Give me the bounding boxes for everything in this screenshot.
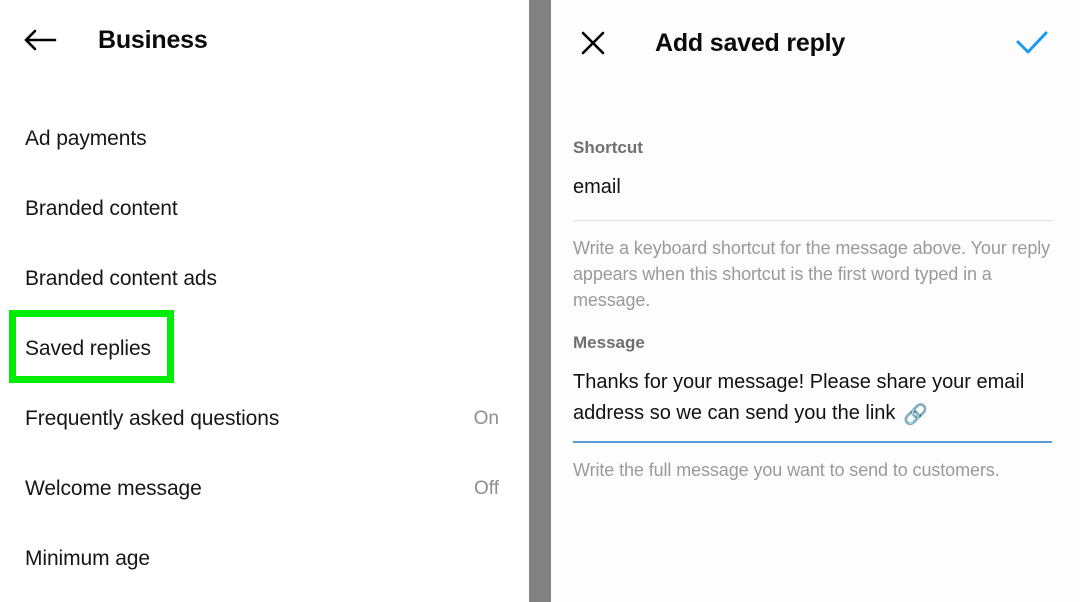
menu-item-welcome-message[interactable]: Welcome message Off	[0, 454, 529, 524]
field-spacer	[573, 313, 1052, 333]
menu-item-label: Saved replies	[25, 337, 151, 360]
left-header: Business	[0, 14, 529, 66]
menu-item-value: Off	[474, 478, 499, 499]
add-saved-reply-panel: Add saved reply Shortcut email Write a k…	[551, 0, 1080, 602]
message-label: Message	[573, 333, 645, 352]
message-help-text: Write the full message you want to send …	[573, 460, 1000, 480]
menu-item-minimum-age[interactable]: Minimum age	[0, 524, 529, 594]
menu-item-branded-content-ads[interactable]: Branded content ads	[0, 244, 529, 314]
checkmark-icon[interactable]	[1010, 23, 1054, 63]
screen-root: Business Ad payments Branded content Bra…	[0, 0, 1080, 602]
shortcut-input[interactable]: email	[573, 172, 1052, 202]
message-input[interactable]: Thanks for your message! Please share yo…	[573, 367, 1052, 433]
menu-item-label: Minimum age	[25, 547, 150, 570]
menu-item-label: Branded content	[25, 197, 178, 220]
shortcut-label: Shortcut	[573, 138, 643, 157]
menu-item-label: Branded content ads	[25, 267, 217, 290]
message-underline	[573, 441, 1052, 443]
menu-item-value: On	[473, 408, 499, 429]
menu-item-label: Ad payments	[25, 127, 147, 150]
saved-reply-form: Shortcut email Write a keyboard shortcut…	[573, 138, 1052, 483]
message-text: Thanks for your message! Please share yo…	[573, 371, 1025, 424]
message-field-group: Message Thanks for your message! Please …	[573, 333, 1052, 483]
menu-item-branded-content[interactable]: Branded content	[0, 174, 529, 244]
back-arrow-icon[interactable]	[18, 22, 62, 58]
close-x-icon[interactable]	[573, 23, 613, 63]
menu-item-frequently-asked-questions[interactable]: Frequently asked questions On	[0, 384, 529, 454]
shortcut-underline	[573, 220, 1052, 221]
business-settings-panel: Business Ad payments Branded content Bra…	[0, 0, 529, 602]
page-title: Business	[98, 25, 208, 54]
shortcut-field-group: Shortcut email Write a keyboard shortcut…	[573, 138, 1052, 313]
right-header: Add saved reply	[551, 16, 1080, 70]
dialog-title: Add saved reply	[655, 28, 846, 57]
menu-item-label: Welcome message	[25, 477, 202, 500]
settings-menu-list: Ad payments Branded content Branded cont…	[0, 104, 529, 594]
menu-item-saved-replies[interactable]: Saved replies	[0, 314, 529, 384]
menu-item-ad-payments[interactable]: Ad payments	[0, 104, 529, 174]
menu-item-label: Frequently asked questions	[25, 407, 280, 430]
link-emoji-icon: 🔗	[902, 404, 928, 426]
shortcut-help-text: Write a keyboard shortcut for the messag…	[573, 238, 1051, 310]
panel-divider	[529, 0, 551, 602]
